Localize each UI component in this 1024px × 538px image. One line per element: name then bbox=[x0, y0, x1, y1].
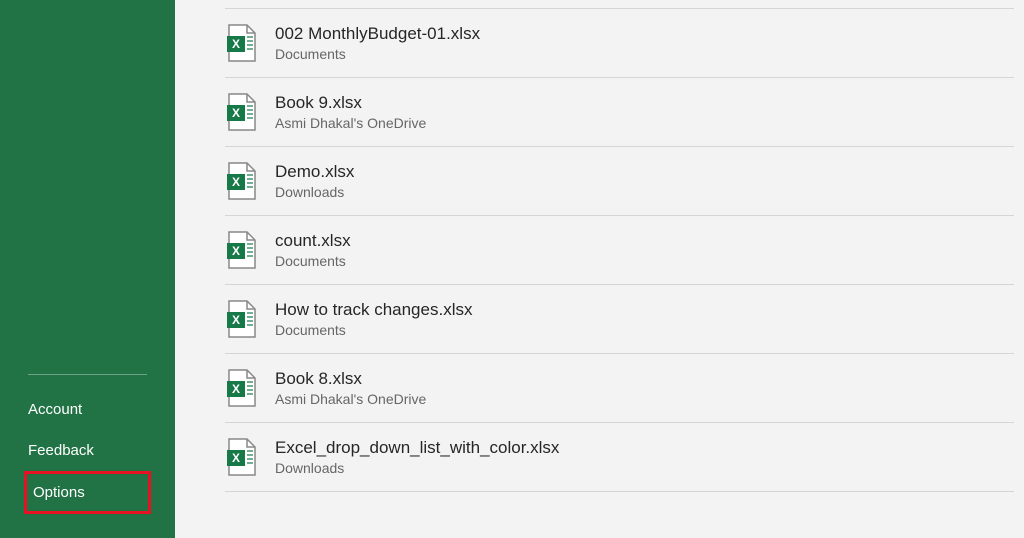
recent-file-list: X 002 MonthlyBudget-01.xlsx Documents X … bbox=[175, 8, 1024, 492]
sidebar-item-label: Feedback bbox=[28, 442, 94, 459]
main-panel: X 002 MonthlyBudget-01.xlsx Documents X … bbox=[175, 0, 1024, 538]
file-name: Book 9.xlsx bbox=[275, 93, 426, 113]
sidebar-divider bbox=[28, 374, 147, 375]
file-name: 002 MonthlyBudget-01.xlsx bbox=[275, 24, 480, 44]
excel-file-icon: X bbox=[225, 437, 257, 477]
file-name: Excel_drop_down_list_with_color.xlsx bbox=[275, 438, 559, 458]
file-location: Documents bbox=[275, 322, 472, 338]
file-text: Book 9.xlsx Asmi Dhakal's OneDrive bbox=[275, 93, 426, 131]
svg-text:X: X bbox=[232, 175, 240, 189]
file-name: count.xlsx bbox=[275, 231, 351, 251]
sidebar-item-account[interactable]: Account bbox=[0, 389, 175, 430]
file-name: How to track changes.xlsx bbox=[275, 300, 472, 320]
file-text: Excel_drop_down_list_with_color.xlsx Dow… bbox=[275, 438, 559, 476]
svg-text:X: X bbox=[232, 382, 240, 396]
file-location: Asmi Dhakal's OneDrive bbox=[275, 391, 426, 407]
svg-text:X: X bbox=[232, 106, 240, 120]
file-item[interactable]: X 002 MonthlyBudget-01.xlsx Documents bbox=[225, 8, 1014, 78]
sidebar-item-feedback[interactable]: Feedback bbox=[0, 430, 175, 471]
svg-text:X: X bbox=[232, 313, 240, 327]
sidebar-item-label: Account bbox=[28, 401, 82, 418]
file-item[interactable]: X Excel_drop_down_list_with_color.xlsx D… bbox=[225, 423, 1014, 492]
file-text: count.xlsx Documents bbox=[275, 231, 351, 269]
excel-file-icon: X bbox=[225, 299, 257, 339]
file-item[interactable]: X Book 9.xlsx Asmi Dhakal's OneDrive bbox=[225, 78, 1014, 147]
file-location: Asmi Dhakal's OneDrive bbox=[275, 115, 426, 131]
excel-file-icon: X bbox=[225, 23, 257, 63]
svg-text:X: X bbox=[232, 244, 240, 258]
file-location: Documents bbox=[275, 46, 480, 62]
file-location: Documents bbox=[275, 253, 351, 269]
svg-text:X: X bbox=[232, 37, 240, 51]
file-item[interactable]: X Demo.xlsx Downloads bbox=[225, 147, 1014, 216]
sidebar-item-label: Options bbox=[33, 484, 85, 501]
file-text: Book 8.xlsx Asmi Dhakal's OneDrive bbox=[275, 369, 426, 407]
file-item[interactable]: X How to track changes.xlsx Documents bbox=[225, 285, 1014, 354]
sidebar-item-options[interactable]: Options bbox=[24, 471, 151, 514]
file-item[interactable]: X Book 8.xlsx Asmi Dhakal's OneDrive bbox=[225, 354, 1014, 423]
file-text: 002 MonthlyBudget-01.xlsx Documents bbox=[275, 24, 480, 62]
file-text: How to track changes.xlsx Documents bbox=[275, 300, 472, 338]
file-name: Demo.xlsx bbox=[275, 162, 354, 182]
file-location: Downloads bbox=[275, 184, 354, 200]
file-item[interactable]: X count.xlsx Documents bbox=[225, 216, 1014, 285]
excel-file-icon: X bbox=[225, 92, 257, 132]
file-location: Downloads bbox=[275, 460, 559, 476]
file-text: Demo.xlsx Downloads bbox=[275, 162, 354, 200]
excel-file-icon: X bbox=[225, 161, 257, 201]
excel-file-icon: X bbox=[225, 230, 257, 270]
sidebar: Account Feedback Options bbox=[0, 0, 175, 538]
excel-file-icon: X bbox=[225, 368, 257, 408]
file-name: Book 8.xlsx bbox=[275, 369, 426, 389]
svg-text:X: X bbox=[232, 451, 240, 465]
